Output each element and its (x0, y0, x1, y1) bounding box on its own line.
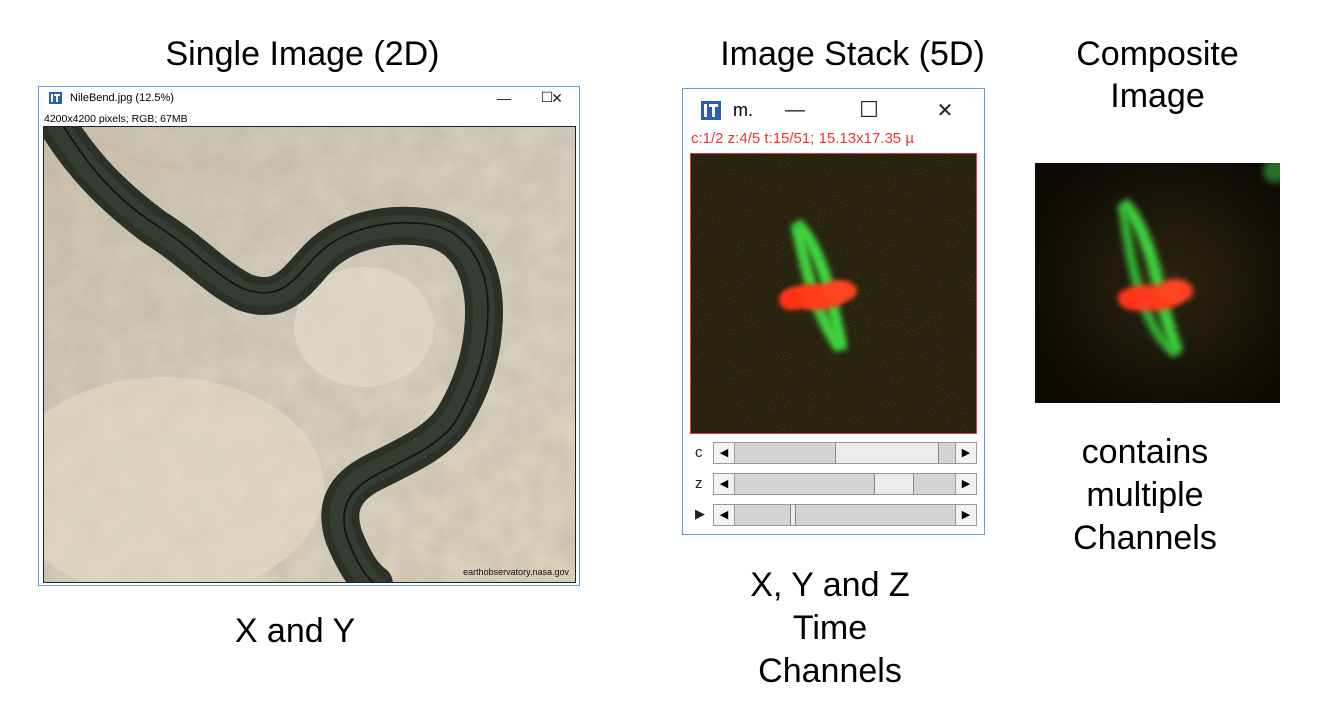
time-slider[interactable]: ▶ ◀ ▶ (690, 504, 977, 526)
maximize-button[interactable]: ☐ (854, 97, 884, 123)
heading-composite-line2: Image (1110, 77, 1205, 115)
scroll-left-button[interactable]: ◀ (714, 443, 735, 463)
composite-image (1035, 163, 1280, 403)
caption-stack-line: X, Y and Z (750, 566, 910, 604)
imagej-icon (49, 92, 62, 104)
minimize-button[interactable]: — (489, 90, 519, 106)
heading-single-image: Single Image (2D) (165, 35, 440, 73)
caption-composite: contains multiple Channels (1045, 431, 1245, 560)
scroll-right-button[interactable]: ▶ (955, 474, 976, 494)
channel-slider[interactable]: c ◀ ▶ (690, 442, 977, 464)
image-canvas[interactable]: earthobservatory.nasa.gov (43, 126, 576, 583)
channel-scroll-thumb[interactable] (835, 443, 939, 463)
title-bar[interactable]: NileBend.jpg (12.5%) — ☐ ✕ (39, 87, 579, 111)
window-title: m. (733, 100, 753, 120)
image-window-5d[interactable]: m. — ☐ ✕ c:1/2 z:4/5 t:15/51; 15.13x17.3… (682, 88, 985, 535)
channel-scrollbar[interactable]: ◀ ▶ (713, 442, 977, 464)
channel-slider-label: c (695, 444, 703, 461)
caption-composite-line: contains (1081, 433, 1209, 471)
image-info-line: 4200x4200 pixels; RGB; 67MB (44, 113, 188, 125)
stack-info-line: c:1/2 z:4/5 t:15/51; 15.13x17.35 µ (691, 130, 914, 147)
scroll-right-button[interactable]: ▶ (955, 443, 976, 463)
z-slider[interactable]: z ◀ ▶ (690, 473, 977, 495)
caption-image-stack: X, Y and Z Time Channels (715, 564, 945, 693)
image-credit: earthobservatory.nasa.gov (463, 567, 569, 577)
play-animation-icon[interactable]: ▶ (695, 506, 709, 522)
imagej-icon (701, 101, 721, 120)
spindle-fluorescence-image (691, 154, 976, 433)
caption-composite-line: multiple (1086, 476, 1204, 514)
heading-composite-line1: Composite (1076, 35, 1239, 73)
caption-stack-line: Time (792, 609, 868, 647)
heading-image-stack: Image Stack (5D) (720, 35, 985, 73)
z-scrollbar[interactable]: ◀ ▶ (713, 473, 977, 495)
image-window-2d[interactable]: NileBend.jpg (12.5%) — ☐ ✕ 4200x4200 pix… (38, 86, 580, 586)
window-title: NileBend.jpg (12.5%) (70, 92, 174, 104)
stack-image-canvas[interactable] (690, 153, 977, 434)
caption-stack-line: Channels (758, 652, 902, 690)
z-scroll-thumb[interactable] (874, 474, 914, 494)
scroll-right-button[interactable]: ▶ (955, 505, 976, 525)
composite-spindle-image (1035, 163, 1280, 403)
time-scroll-thumb[interactable] (790, 505, 796, 525)
minimize-button[interactable]: — (780, 99, 810, 122)
caption-single-image: X and Y (234, 612, 356, 650)
caption-composite-line: Channels (1073, 519, 1217, 557)
close-button[interactable]: ✕ (542, 90, 572, 107)
time-scrollbar[interactable]: ◀ ▶ (713, 504, 977, 526)
nile-bend-satellite-image (44, 127, 575, 582)
scroll-left-button[interactable]: ◀ (714, 505, 735, 525)
z-slider-label: z (695, 475, 703, 492)
scroll-left-button[interactable]: ◀ (714, 474, 735, 494)
close-button[interactable]: ✕ (930, 98, 960, 123)
